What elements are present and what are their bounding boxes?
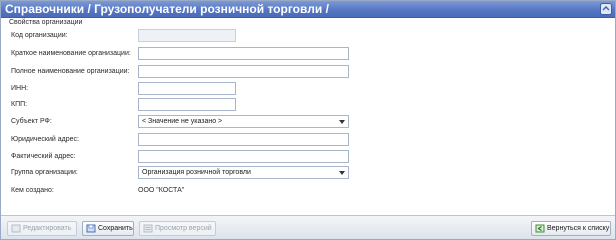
collapse-icon[interactable] — [600, 3, 612, 15]
row-full-name: Полное наименование организации: — [1, 65, 615, 79]
actual-address-field[interactable] — [138, 150, 349, 163]
row-org-group: Группа организации: Организация рознично… — [1, 166, 615, 180]
created-by-value: ООО "КОСТА" — [138, 187, 185, 194]
versions-icon — [143, 224, 153, 233]
page-title: Справочники / Грузополучатели розничной … — [5, 2, 329, 16]
section-label: Свойства организации — [9, 19, 83, 26]
row-created-by: Кем создано: ООО "КОСТА" — [1, 184, 615, 198]
row-region: Субъект РФ: < Значение не указано > — [1, 115, 615, 129]
kpp-field[interactable] — [138, 98, 236, 111]
chevron-down-icon[interactable] — [339, 120, 345, 124]
full-name-label: Полное наименование организации: — [11, 68, 130, 75]
code-label: Код организации: — [11, 32, 68, 39]
legal-address-field[interactable] — [138, 133, 349, 146]
edit-icon — [11, 224, 21, 233]
kpp-label: КПП: — [11, 101, 28, 108]
region-select-value: < Значение не указано > — [142, 118, 223, 125]
short-name-label: Краткое наименование организации: — [11, 50, 131, 57]
inn-label: ИНН: — [11, 85, 29, 92]
view-versions-button[interactable]: Просмотр версий — [139, 221, 216, 236]
code-field — [138, 29, 236, 42]
inn-field[interactable] — [138, 82, 236, 95]
actual-address-label: Фактический адрес: — [11, 153, 76, 160]
row-actual-address: Фактический адрес: — [1, 150, 615, 164]
row-kpp: КПП: — [1, 98, 615, 112]
save-button[interactable]: Сохранить — [82, 221, 134, 236]
window: Справочники / Грузополучатели розничной … — [0, 0, 616, 240]
row-legal-address: Юридический адрес: — [1, 133, 615, 147]
region-label: Субъект РФ: — [11, 118, 52, 125]
org-group-label: Группа организации: — [11, 169, 78, 176]
short-name-field[interactable] — [138, 47, 349, 60]
org-group-select[interactable]: Организация розничной торговли — [138, 166, 349, 179]
save-icon — [86, 224, 96, 233]
region-select[interactable]: < Значение не указано > — [138, 115, 349, 128]
title-bar: Справочники / Грузополучатели розничной … — [1, 1, 615, 18]
organization-form: Свойства организации Код организации: Кр… — [1, 18, 615, 214]
row-short-name: Краткое наименование организации: — [1, 47, 615, 61]
row-inn: ИНН: — [1, 82, 615, 96]
back-to-list-button[interactable]: Вернуться к списку — [531, 221, 611, 236]
edit-button[interactable]: Редактировать — [7, 221, 77, 236]
row-code: Код организации: — [1, 29, 615, 43]
legal-address-label: Юридический адрес: — [11, 136, 79, 143]
org-group-select-value: Организация розничной торговли — [142, 169, 251, 176]
chevron-down-icon[interactable] — [339, 171, 345, 175]
created-by-label: Кем создано: — [11, 187, 54, 194]
back-arrow-icon — [535, 224, 545, 233]
full-name-field[interactable] — [138, 65, 349, 78]
bottom-toolbar: Редактировать Сохранить Просмотр версий … — [1, 215, 615, 239]
